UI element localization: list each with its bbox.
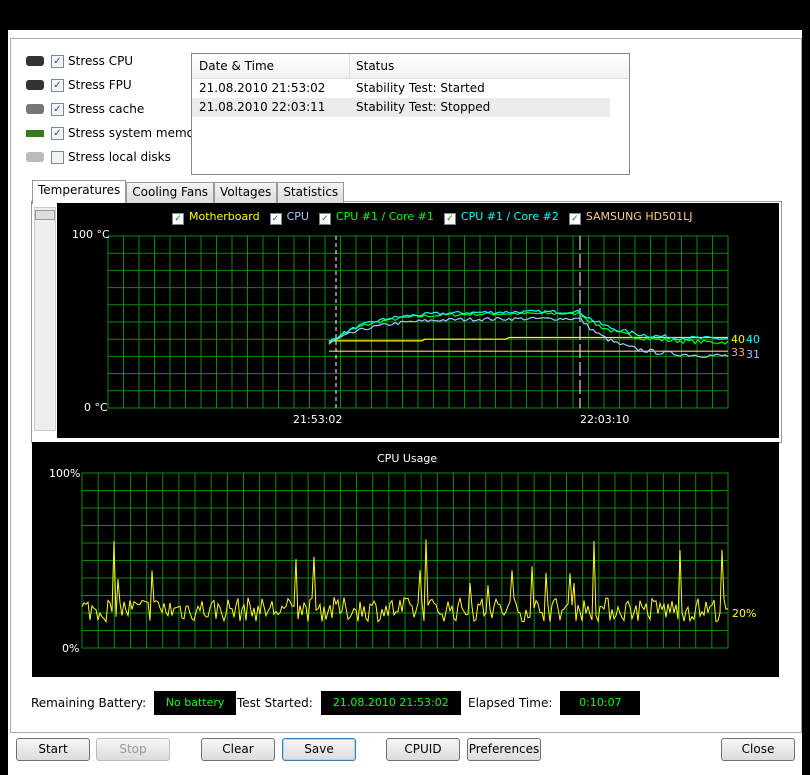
cpu-y-max-label: 100% [49,467,81,480]
legend-item[interactable]: ✓ Motherboard [172,210,260,225]
tab-voltages[interactable]: Voltages [214,182,278,203]
preferences-button[interactable]: Preferences [467,738,541,761]
legend-checkbox[interactable]: ✓ [269,213,282,225]
legend-item[interactable]: ✓ SAMSUNG HD501LJ [568,210,693,225]
cell-date: 21.08.2010 22:03:11 [199,100,326,114]
table-row[interactable]: 21.08.2010 21:53:02 Stability Test: Start… [192,79,610,98]
x-label-stop: 22:03:10 [580,413,630,426]
legend-item[interactable]: ✓ CPU #1 / Core #2 [443,210,559,225]
legend-label: SAMSUNG HD501LJ [585,210,693,223]
legend-checkbox[interactable]: ✓ [318,213,331,225]
option-label: Stress FPU [68,78,132,92]
legend-label: Motherboard [189,210,260,223]
stress-cpu-checkbox[interactable]: ✓ [51,54,64,68]
stress-memory-option[interactable]: ✓ Stress system memory [26,123,206,143]
cache-chip-icon [26,104,44,114]
cpu-chart-title: CPU Usage [377,452,438,465]
cpuid-button[interactable]: CPUID [386,738,460,761]
col-status[interactable]: Status [350,54,629,78]
cpu-current-value: 20% [732,607,757,620]
stress-cpu-option[interactable]: ✓ Stress CPU [26,51,133,71]
legend-label: CPU [286,210,309,223]
elapsed-value: 0:10:07 [560,691,641,715]
tab-bar: Temperatures Cooling Fans Voltages Stati… [32,180,345,204]
tab-temperatures[interactable]: Temperatures [32,180,127,204]
temperature-plot [107,235,729,409]
event-log-table[interactable]: Date & Time Status 21.08.2010 21:53:02 Sta… [191,53,630,175]
test-started-value: 21.08.2010 21:53:02 [320,691,461,715]
option-label: Stress cache [68,102,145,116]
option-label: Stress local disks [68,150,171,164]
legend-label: CPU #1 / Core #2 [460,210,559,223]
temperature-chart [57,203,779,438]
stress-fpu-option[interactable]: ✓ Stress FPU [26,75,132,95]
battery-label: Remaining Battery: [31,696,147,710]
end-value-cpu: 31 [746,348,760,361]
test-started-label: Test Started: [237,696,313,710]
cpu-usage-chart [32,442,779,677]
elapsed-label: Elapsed Time: [468,696,553,710]
history-slider[interactable] [34,207,56,431]
stress-disks-option[interactable]: Stress local disks [26,147,171,167]
test-started-status: Test Started: 21.08.2010 21:53:02 [237,691,461,715]
cell-status: Stability Test: Started [356,81,485,95]
save-button[interactable]: Save [282,738,356,761]
x-label-start: 21:53:02 [293,413,343,426]
legend-checkbox[interactable]: ✓ [443,213,456,225]
option-label: Stress CPU [68,54,134,68]
stress-cache-option[interactable]: ✓ Stress cache [26,99,144,119]
legend-item[interactable]: ✓ CPU #1 / Core #1 [318,210,434,225]
elapsed-status: Elapsed Time: 0:10:07 [468,691,641,715]
cpu-usage-plot [81,472,729,649]
tab-statistics[interactable]: Statistics [277,182,345,203]
fpu-icon [26,80,44,90]
stress-memory-checkbox[interactable]: ✓ [51,126,64,140]
legend-checkbox[interactable]: ✓ [568,213,581,225]
slider-thumb[interactable] [35,210,55,220]
legend-label: CPU #1 / Core #1 [335,210,434,223]
stress-cache-checkbox[interactable]: ✓ [51,102,64,116]
col-date-time[interactable]: Date & Time [192,54,350,78]
end-value-core2: 40 [746,333,760,346]
option-label: Stress system memory [68,126,207,140]
y-min-label: 0 °C [84,401,108,414]
cell-status: Stability Test: Stopped [356,100,491,114]
stress-disks-checkbox[interactable] [51,150,64,164]
cell-date: 21.08.2010 21:53:02 [199,81,326,95]
y-max-label: 100 °C [72,228,110,241]
stop-button[interactable]: Stop [96,738,170,761]
battery-status: Remaining Battery: No battery [31,691,237,715]
tab-cooling-fans[interactable]: Cooling Fans [126,182,215,203]
disk-icon [26,152,44,162]
end-value-disk: 33 [731,346,745,359]
temperature-legend: ✓ Motherboard ✓ CPU ✓ CPU #1 / Core #1 ✓ CPU #1… [172,210,692,225]
memory-icon [26,129,44,137]
legend-checkbox[interactable]: ✓ [172,213,184,225]
battery-value: No battery [154,691,237,715]
cpu-y-min-label: 0% [62,642,80,655]
stress-fpu-checkbox[interactable]: ✓ [51,78,64,92]
cpu-icon [26,56,44,66]
legend-item[interactable]: ✓ CPU [269,210,309,225]
end-value-motherboard: 40 [731,333,745,346]
start-button[interactable]: Start [16,738,90,761]
close-button[interactable]: Close [721,738,795,761]
table-row[interactable]: 21.08.2010 22:03:11 Stability Test: Stopp… [192,98,610,117]
clear-button[interactable]: Clear [201,738,275,761]
